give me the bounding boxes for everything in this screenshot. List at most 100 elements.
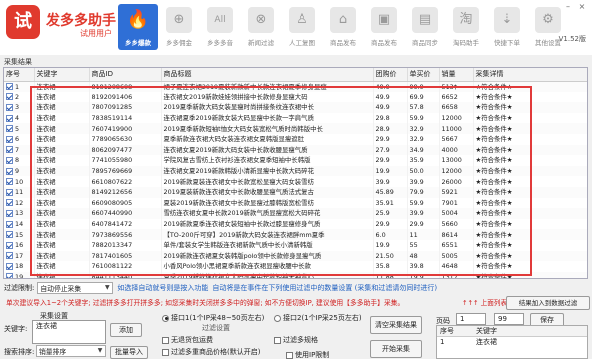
row-checkbox[interactable]	[6, 156, 13, 164]
cell-product-id: 7610081122	[89, 261, 162, 272]
warning-notice: 单次建议导入1~2个关键字; 过滤拼多多打开拼多多; 如您采集时关闭拼多多中的弹…	[6, 297, 476, 307]
table-row[interactable]: 8 连衣裙 7741055980 学院风复古雪纺上衣衬衫连衣裙女夏季短袖中长韩版 29.…	[4, 155, 587, 166]
table-row[interactable]: 3 连衣裙 7807091285 2019夏季新款大码女装显瘦时尚拼接条纹连衣裙中长 4…	[4, 102, 587, 113]
toolbar-label: 淘码助手	[453, 39, 479, 47]
table-row[interactable]: 19 连衣裙 8441113440 夏季2019新款连衣裙女大码显瘦中长款短袖无袖背心…	[4, 271, 587, 278]
keyword-input[interactable]: 连衣裙	[32, 320, 106, 344]
batch-import-button[interactable]: 批量导入	[110, 346, 148, 359]
col-detail[interactable]: 采集详情	[473, 68, 587, 82]
row-checkbox[interactable]	[6, 199, 13, 207]
table-row[interactable]: 6 连衣裙 7789065630 夏季新款连衣裙大码女装连衣裙女夏韩版显瘦遮肚 29.9…	[4, 133, 587, 145]
table-row[interactable]: 18 连衣裙 7610081122 小香风Polo领小黑裙夏季新款连衣裙显瘦收腰中长款…	[4, 261, 587, 272]
row-number: 8	[15, 156, 20, 165]
row-checkbox[interactable]	[6, 146, 13, 154]
radio-on-icon	[162, 314, 169, 322]
col-product-title[interactable]: 商品标题	[161, 68, 374, 82]
cell-index: 16	[4, 239, 35, 251]
row-checkbox[interactable]	[6, 114, 13, 122]
no-return-checkbox[interactable]: 无退货包运费	[162, 335, 213, 345]
worker-icon: ♙	[289, 7, 315, 33]
table-row[interactable]: 9 连衣裙 7895769669 连衣裙女夏2019新款韩版小清新显瘦中长款大码碎花 1…	[4, 165, 587, 177]
table-row[interactable]: 13 连衣裙 6607440990 雪纺连衣裙女夏中长款2019新款气质显瘦宽松大码碎…	[4, 208, 587, 219]
cell-group-price: 29.9	[373, 133, 408, 145]
table-row[interactable]: 7 连衣裙 8062097477 连衣裙女夏2019新款大码女装中长款收腰显瘦气质 27…	[4, 144, 587, 156]
minimize-icon[interactable]: –	[562, 2, 574, 12]
col-sales[interactable]: 销量	[439, 68, 474, 82]
keyword-list-row[interactable]: 1 连衣裙	[437, 337, 587, 347]
cell-sales: 5660	[439, 218, 474, 230]
table-row[interactable]: 11 连衣裙 8149212656 2019夏装新款连衣裙女中长款收腰显瘦气质法式复古…	[4, 186, 587, 198]
cell-product-id: 7807091285	[89, 102, 162, 113]
multi-price-checkbox[interactable]: 过滤多重商品价格(默认开启)	[162, 347, 260, 357]
main-toolbar: 🔥 乡乡爆款 ⊕ 乡多佣金 All 乡多多音 ⊗ 新闻过滤 ♙ 人工复图 ⌂ 商品发布 ▣ 商品发布 ▤ 商品…	[118, 4, 569, 52]
import-to-filter-button[interactable]: 结果加入到数据过滤	[506, 296, 590, 310]
sort-select[interactable]: 销量排序 ▼	[36, 345, 106, 357]
chevron-down-icon: ▼	[105, 284, 110, 291]
stop-mode-select[interactable]: 自动停止采集 ▼	[37, 282, 114, 294]
col-index[interactable]: 序号	[4, 68, 35, 82]
cell-keyword: 连衣裙	[34, 112, 90, 124]
cell-sales: 12000	[439, 112, 474, 124]
cell-product-id: 8192091406	[89, 91, 162, 103]
add-keyword-button[interactable]: 添加	[110, 323, 142, 337]
table-row[interactable]: 16 连衣裙 7882013347 单件/套装女学生韩版连衣裙新款气质中长小清新韩版 1…	[4, 239, 587, 251]
table-row[interactable]: 17 连衣裙 7817401605 2019新款连衣裙夏女装韩版polo领中长款修身显…	[4, 250, 587, 262]
close-icon[interactable]: ×	[576, 2, 588, 12]
page-to-input[interactable]: 99	[494, 313, 524, 325]
row-checkbox[interactable]	[6, 262, 13, 270]
cell-keyword: 连衣裙	[34, 91, 90, 103]
table-row[interactable]: 12 连衣裙 6609080905 夏装2019新款连衣裙女中长款显瘦过膝韩版宽松雪纺…	[4, 197, 587, 209]
col-single-price[interactable]: 单买价	[407, 68, 440, 82]
toolbar-button-6[interactable]: ▣ 商品发布	[364, 4, 404, 50]
cell-sales: 5667	[439, 133, 474, 145]
table-row[interactable]: 4 连衣裙 7838519114 连衣裙夏季2019新款女装大码显瘦中长款一字肩气质 2…	[4, 112, 587, 124]
keyword-list-table[interactable]: 序号 关键字 1 连衣裙	[436, 325, 588, 359]
row-number: 3	[15, 103, 20, 112]
table-row[interactable]: 1 连衣裙 8181208608 裙子夏连衣裙2019夏装新款新中长款连衣裙夏季修身显…	[4, 81, 587, 92]
row-checkbox[interactable]	[6, 167, 13, 175]
toolbar-button-4[interactable]: ♙ 人工复图	[282, 4, 322, 50]
table-row[interactable]: 2 连衣裙 8192091406 连衣裙女2019新款娃娃领拼接中长款修身显瘦大码 49…	[4, 91, 587, 103]
row-checkbox[interactable]	[6, 103, 13, 111]
col-keyword[interactable]: 关键字	[34, 68, 90, 82]
toolbar-button-2[interactable]: All 乡多多音	[200, 4, 240, 50]
toolbar-button-3[interactable]: ⊗ 新闻过滤	[241, 4, 281, 50]
row-checkbox[interactable]	[6, 93, 13, 101]
table-row[interactable]: 15 连衣裙 7973869556 【TO-200斤可穿】2019新款大码女装连衣裙胖…	[4, 229, 587, 240]
row-checkbox[interactable]	[6, 231, 13, 239]
toolbar-button-9[interactable]: ⇣ 快捷下单	[487, 4, 527, 50]
row-checkbox[interactable]	[6, 188, 13, 196]
row-checkbox[interactable]	[6, 241, 13, 249]
start-collect-button[interactable]: 开始采集	[370, 340, 422, 358]
page-option-2[interactable]: 接口2(1个IP采25页左右)	[274, 313, 362, 323]
cell-detail: ★符合条件★	[473, 229, 587, 240]
cell-detail: ★符合条件★	[473, 218, 587, 230]
results-table[interactable]: 序号 关键字 商品ID 商品标题 团购价 单买价 销量 采集详情 1 连衣裙 818…	[3, 67, 588, 279]
clear-results-button[interactable]: 清空采集结果	[370, 316, 422, 334]
cell-product-id: 7973869556	[89, 229, 162, 240]
row-checkbox[interactable]	[6, 273, 13, 278]
page-from-input[interactable]: 1	[456, 313, 486, 325]
cell-single-price: 48	[407, 250, 440, 262]
table-row[interactable]: 10 连衣裙 6610807622 2019新款夏装连衣裙女中长款宽松显瘦大码女装雪纺…	[4, 176, 587, 187]
toolbar-button-8[interactable]: 淘淘码助手	[446, 4, 486, 50]
toolbar-button-5[interactable]: ⌂ 商品发布	[323, 4, 363, 50]
row-checkbox[interactable]	[6, 178, 13, 186]
row-checkbox[interactable]	[6, 125, 13, 133]
cell-sales: 4648	[439, 261, 474, 272]
page-option-1[interactable]: 接口1(1个IP采48~50页左右)	[162, 313, 264, 323]
row-checkbox[interactable]	[6, 252, 13, 260]
toolbar-button-7[interactable]: ▤ 商品同步	[405, 4, 445, 50]
col-group-price[interactable]: 团购价	[373, 68, 408, 82]
row-checkbox[interactable]	[6, 209, 13, 217]
multi-spec-checkbox[interactable]: 过滤多规格	[274, 335, 318, 345]
table-row[interactable]: 5 连衣裙 7607419900 2019夏季新款短袖t恤女大码女装宽松气质时尚韩版中…	[4, 123, 587, 134]
row-checkbox[interactable]	[6, 83, 13, 91]
row-checkbox[interactable]	[6, 135, 13, 143]
toolbar-button-1[interactable]: ⊕ 乡多佣金	[159, 4, 199, 50]
cell-index: 5	[4, 123, 35, 134]
row-checkbox[interactable]	[6, 220, 13, 228]
table-row[interactable]: 14 连衣裙 6407841472 2019新款夏季连衣裙女装短袖中长款过膝显瘦修身气…	[4, 218, 587, 230]
toolbar-button-0[interactable]: 🔥 乡乡爆款	[118, 4, 158, 50]
col-product-id[interactable]: 商品ID	[89, 68, 162, 82]
